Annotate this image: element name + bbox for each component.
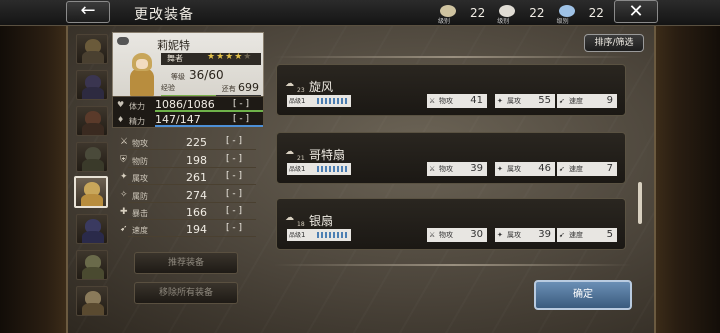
materials-bar: 级别 22 级别 22 级别 22 (438, 2, 618, 25)
portrait-2[interactable] (76, 70, 108, 100)
stat-speed: ➹ 速度 9 (557, 94, 617, 108)
stat-row: ✧ 属防 274[ - ] (116, 189, 256, 203)
recommend-equipment-button[interactable]: 推荐装备 (134, 252, 238, 274)
scrollbar[interactable] (638, 182, 642, 224)
mp-row: ♦ 精力 147/147 [ - ] (117, 113, 263, 127)
stat-row: ➹ 速度 194[ - ] (116, 223, 256, 237)
portrait-7[interactable] (76, 250, 108, 280)
stat-magic-attack: ✦ 属攻 39 (495, 228, 555, 242)
portrait-6[interactable] (76, 214, 108, 244)
stat-physical-attack: ⚔ 物攻 41 (427, 94, 487, 108)
portrait-1[interactable] (76, 34, 108, 64)
back-button[interactable]: ← (66, 1, 110, 23)
remove-all-equipment-button[interactable]: 移除所有装备 (134, 282, 238, 304)
hp-mp-panel: ♥ 体力 1086/1086 [ - ] ♦ 精力 147/147 [ - ] (112, 96, 264, 128)
material-1-icon: 级别 (438, 5, 456, 25)
heart-icon: ♥ (117, 100, 125, 109)
rank-badge: 品级1 (287, 229, 351, 241)
list-divider (274, 264, 632, 266)
material-2: 级别 22 (497, 5, 545, 25)
stat-row: ✦ 属攻 261[ - ] (116, 171, 256, 185)
equip-screen: ← 更改装备 级别 22 级别 22 级别 22 ✕ 莉妮特 舞者 ★★★★★ … (0, 0, 720, 333)
drop-icon: ♦ (117, 115, 125, 124)
sword-icon: ⚔ (120, 137, 129, 147)
character-name: 莉妮特 (157, 39, 190, 52)
close-button[interactable]: ✕ (614, 0, 658, 23)
stat-row: ⚔ 物攻 225[ - ] (116, 136, 256, 150)
element-icon (117, 37, 129, 45)
material-1-value: 22 (470, 6, 486, 20)
equipment-name: 银扇 (309, 214, 334, 228)
character-avatar (127, 53, 157, 97)
rank-badge: 品级1 (287, 163, 351, 175)
magic-defense-icon: ✧ (120, 190, 128, 200)
rank-badge: 品级1 (287, 95, 351, 107)
stat-speed: ➹ 速度 7 (557, 162, 617, 176)
stat-physical-attack: ⚔ 物攻 30 (427, 228, 487, 242)
stat-magic-attack: ✦ 属攻 55 (495, 94, 555, 108)
confirm-button[interactable]: 确定 (534, 280, 632, 310)
sort-filter-button[interactable]: 排序/筛选 (584, 34, 644, 52)
equipment-name: 旋风 (309, 80, 334, 94)
material-3-value: 22 (588, 6, 604, 20)
list-divider (274, 56, 632, 58)
material-3-icon: 级别 (557, 5, 575, 25)
equipment-name: 哥特扇 (309, 148, 346, 162)
right-curtain (656, 26, 720, 333)
equipment-item[interactable]: ☁ 23 旋风 品级1 ⚔ 物攻 41 ✦ 属攻 55 ➹ 速度 9 (276, 64, 626, 116)
portrait-4[interactable] (76, 142, 108, 172)
shield-icon: ⛨ (120, 155, 127, 165)
magic-attack-icon: ✦ (120, 172, 128, 182)
stat-speed: ➹ 速度 5 (557, 228, 617, 242)
top-bar: ← 更改装备 级别 22 级别 22 级别 22 ✕ (0, 0, 720, 26)
portrait-3[interactable] (76, 106, 108, 136)
exp-row: 经验 还有 699 (161, 81, 259, 94)
material-3: 级别 22 (557, 5, 604, 25)
level-value: 36/60 (189, 68, 224, 82)
fan-icon: ☁ (285, 79, 294, 89)
stat-magic-attack: ✦ 属攻 46 (495, 162, 555, 176)
material-1: 级别 22 (438, 5, 486, 25)
hp-row: ♥ 体力 1086/1086 [ - ] (117, 98, 263, 112)
fan-icon: ☁ (285, 213, 294, 223)
exp-remaining-value: 699 (238, 81, 259, 94)
stat-physical-attack: ⚔ 物攻 39 (427, 162, 487, 176)
page-title: 更改装备 (134, 7, 194, 23)
left-curtain (0, 26, 66, 333)
equipment-item[interactable]: ☁ 21 哥特扇 品级1 ⚔ 物攻 39 ✦ 属攻 46 ➹ 速度 7 (276, 132, 626, 184)
close-icon: ✕ (628, 1, 644, 22)
portrait-8[interactable] (76, 286, 108, 316)
critical-icon: ✚ (120, 207, 128, 217)
portrait-5-selected[interactable] (74, 176, 108, 208)
stat-row: ✚ 暴击 166[ - ] (116, 206, 256, 220)
equipment-item[interactable]: ☁ 18 银扇 品级1 ⚔ 物攻 30 ✦ 属攻 39 ➹ 速度 5 (276, 198, 626, 250)
fan-icon: ☁ (285, 147, 294, 157)
material-2-icon: 级别 (497, 5, 516, 25)
level-row: 等级 36/60 (171, 68, 224, 82)
speed-icon: ➹ (120, 224, 128, 234)
rarity-stars: ★★★★★ (207, 52, 253, 62)
back-arrow-icon: ← (80, 0, 96, 21)
stat-row: ⛨ 物防 198[ - ] (116, 154, 256, 168)
material-2-value: 22 (529, 6, 545, 20)
